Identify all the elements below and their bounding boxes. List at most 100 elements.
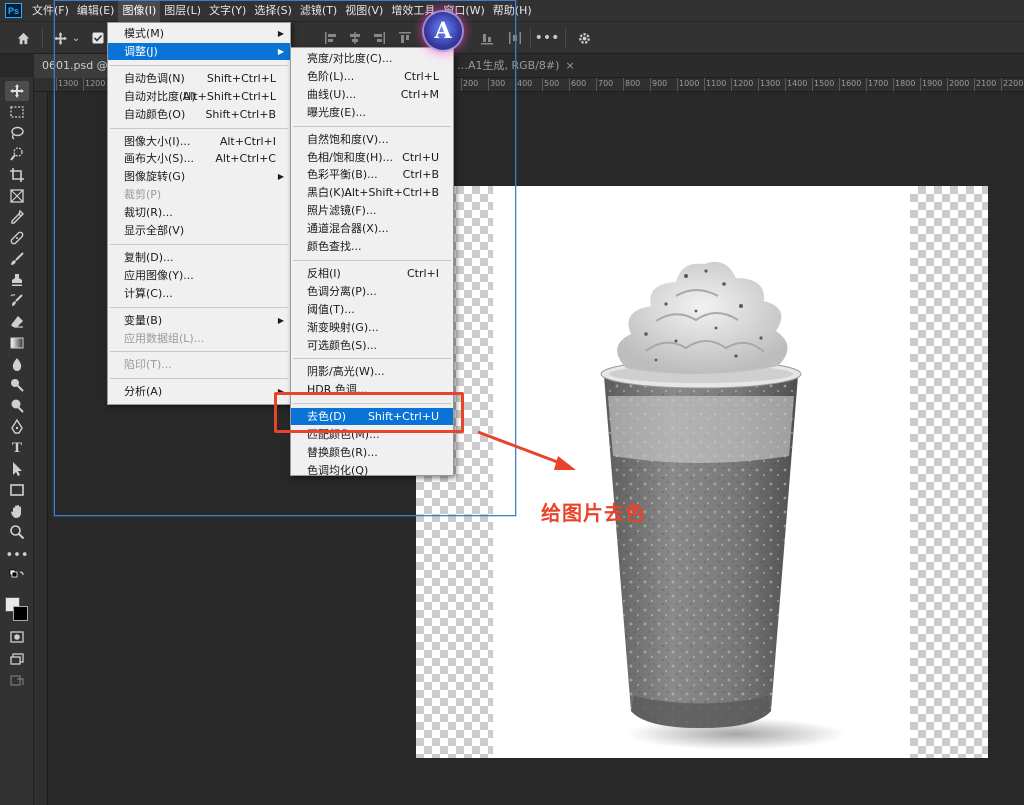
menu-image[interactable]: 图像(I)	[118, 0, 161, 22]
document-canvas[interactable]	[416, 186, 988, 758]
more-options-icon[interactable]: •••	[535, 28, 560, 48]
image-menu-item[interactable]: 裁切(R)...	[108, 204, 290, 221]
adjust-menu-item[interactable]: 色彩平衡(B)... Ctrl+B	[291, 166, 453, 183]
menu-edit[interactable]: 编辑(E)	[73, 0, 119, 22]
adjust-menu-item[interactable]: 曲线(U)... Ctrl+M	[291, 86, 453, 103]
screen-mode-tool[interactable]	[5, 649, 29, 669]
adjust-menu-item[interactable]: 色调均化(Q)	[291, 462, 453, 479]
quick-select-tool[interactable]	[5, 144, 29, 164]
sponge-tool[interactable]	[5, 396, 29, 416]
adjust-menu-item[interactable]: 匹配颜色(M)...	[291, 426, 453, 443]
home-icon[interactable]	[12, 28, 34, 48]
stamp-icon	[12, 274, 22, 286]
color-swatch-controls[interactable]	[5, 567, 29, 587]
align-left-icon[interactable]	[322, 28, 340, 48]
ruler-tick-label: 300	[490, 79, 506, 88]
image-menu-item-label: 裁剪(P)	[124, 188, 162, 202]
adjust-menu-item[interactable]: 去色(D) Shift+Ctrl+U	[291, 408, 453, 426]
distribute-icon[interactable]	[478, 28, 496, 48]
rectangle-tool[interactable]	[5, 480, 29, 500]
image-menu-item[interactable]: 显示全部(V)	[108, 222, 290, 239]
adjust-menu-item[interactable]: 自然饱和度(V)...	[291, 131, 453, 148]
ruler-tick-label: 2200	[1003, 79, 1024, 88]
eraser-tool[interactable]	[5, 312, 29, 332]
adjust-menu-item[interactable]: 阈值(T)...	[291, 301, 453, 318]
chevron-down-icon[interactable]: ⌄	[70, 28, 82, 48]
stamp-tool[interactable]	[5, 270, 29, 290]
image-menu-item[interactable]: 变量(B) ▶	[108, 312, 290, 329]
move-tool-icon[interactable]	[50, 28, 70, 48]
image-menu-item[interactable]: 模式(M) ▶	[108, 25, 290, 42]
zoom-tool[interactable]	[5, 522, 29, 542]
image-menu-item: 裁剪(P)	[108, 186, 290, 203]
adjust-menu-item[interactable]: 色阶(L)... Ctrl+L	[291, 68, 453, 85]
lasso-tool[interactable]	[5, 123, 29, 143]
adjust-menu-item[interactable]: 色相/饱和度(H)... Ctrl+U	[291, 149, 453, 166]
auto-select-checkbox[interactable]	[90, 28, 106, 48]
history-brush-tool[interactable]	[5, 291, 29, 311]
adjust-menu-item[interactable]: 可选颜色(S)...	[291, 337, 453, 354]
image-menu-item[interactable]: 复制(D)...	[108, 249, 290, 266]
gradient-tool[interactable]	[5, 333, 29, 353]
image-menu-item[interactable]: 调整(J) ▶	[108, 42, 290, 60]
share-tool[interactable]	[5, 671, 29, 691]
adjust-menu-item-label: 色阶(L)...	[307, 69, 355, 83]
menu-help[interactable]: 帮助(H)	[489, 0, 536, 22]
menu-type[interactable]: 文字(Y)	[205, 0, 250, 22]
marquee-tool[interactable]	[5, 102, 29, 122]
adjust-menu-item[interactable]: 阴影/高光(W)...	[291, 363, 453, 380]
brush-tool[interactable]	[5, 249, 29, 269]
adjust-menu-item[interactable]: 渐变映射(G)...	[291, 319, 453, 336]
menu-filter[interactable]: 滤镜(T)	[296, 0, 341, 22]
align-center-icon[interactable]	[346, 28, 364, 48]
type-tool[interactable]: T	[5, 438, 29, 458]
image-menu-item[interactable]: 图像大小(I)... Alt+Ctrl+I	[108, 133, 290, 150]
adjust-menu-item[interactable]: 亮度/对比度(C)...	[291, 50, 453, 67]
close-icon[interactable]: ×	[565, 59, 574, 72]
background-color[interactable]	[13, 606, 28, 621]
image-menu-item[interactable]: 自动色调(N) Shift+Ctrl+L	[108, 70, 290, 87]
ruler-tick-label: 1200	[733, 79, 754, 88]
healing-brush-tool[interactable]	[5, 228, 29, 248]
quick-mask-tool[interactable]	[5, 627, 29, 647]
tab-document-second[interactable]: …A1生成, RGB/8#) ×	[449, 54, 583, 78]
distribute-spacing-icon[interactable]	[506, 28, 524, 48]
menu-select[interactable]: 选择(S)	[250, 0, 296, 22]
path-select-tool[interactable]	[5, 459, 29, 479]
image-menu-item[interactable]: 自动颜色(O) Shift+Ctrl+B	[108, 106, 290, 123]
menu-file[interactable]: 文件(F)	[28, 0, 73, 22]
align-top-icon[interactable]	[396, 28, 414, 48]
adjust-menu-item[interactable]: 通道混合器(X)...	[291, 220, 453, 237]
frame-tool[interactable]	[5, 186, 29, 206]
adjust-menu-item[interactable]: 替换颜色(R)...	[291, 444, 453, 461]
move-tool[interactable]	[5, 81, 29, 101]
ruler-tick-label: 1000	[679, 79, 700, 88]
adjust-menu-item[interactable]: 色调分离(P)...	[291, 283, 453, 300]
adjust-menu-item[interactable]: HDR 色调...	[291, 381, 453, 398]
adjust-menu-item[interactable]: 黑白(K)... Alt+Shift+Ctrl+B	[291, 184, 453, 201]
image-menu-item[interactable]: 画布大小(S)... Alt+Ctrl+C	[108, 150, 290, 167]
foreground-background-swatches[interactable]	[5, 597, 29, 623]
adjust-menu-item[interactable]: 曝光度(E)...	[291, 104, 453, 121]
align-right-icon[interactable]	[370, 28, 388, 48]
gear-icon[interactable]	[574, 28, 594, 48]
dodge-tool[interactable]	[5, 375, 29, 395]
menu-view[interactable]: 视图(V)	[341, 0, 387, 22]
pen-tool[interactable]	[5, 417, 29, 437]
eyedropper-tool[interactable]	[5, 207, 29, 227]
crop-tool[interactable]	[5, 165, 29, 185]
image-menu-item[interactable]: 应用图像(Y)...	[108, 267, 290, 284]
image-menu-item[interactable]: 图像旋转(G) ▶	[108, 168, 290, 185]
menu-layer[interactable]: 图层(L)	[160, 0, 205, 22]
ruler-tick	[515, 78, 516, 91]
adjust-menu-item[interactable]: 反相(I) Ctrl+I	[291, 265, 453, 282]
image-menu-item[interactable]: 自动对比度(U) Alt+Shift+Ctrl+L	[108, 88, 290, 105]
image-menu-item[interactable]: 计算(C)...	[108, 285, 290, 302]
image-menu-item[interactable]: 分析(A) ▶	[108, 383, 290, 400]
blur-tool[interactable]	[5, 354, 29, 374]
adjust-menu-item[interactable]: 颜色查找...	[291, 238, 453, 255]
edit-toolbar[interactable]: •••	[5, 545, 29, 565]
tab-document-0601[interactable]: 0601.psd @ 33	[34, 54, 109, 78]
hand-tool[interactable]	[5, 501, 29, 521]
adjust-menu-item[interactable]: 照片滤镜(F)...	[291, 202, 453, 219]
